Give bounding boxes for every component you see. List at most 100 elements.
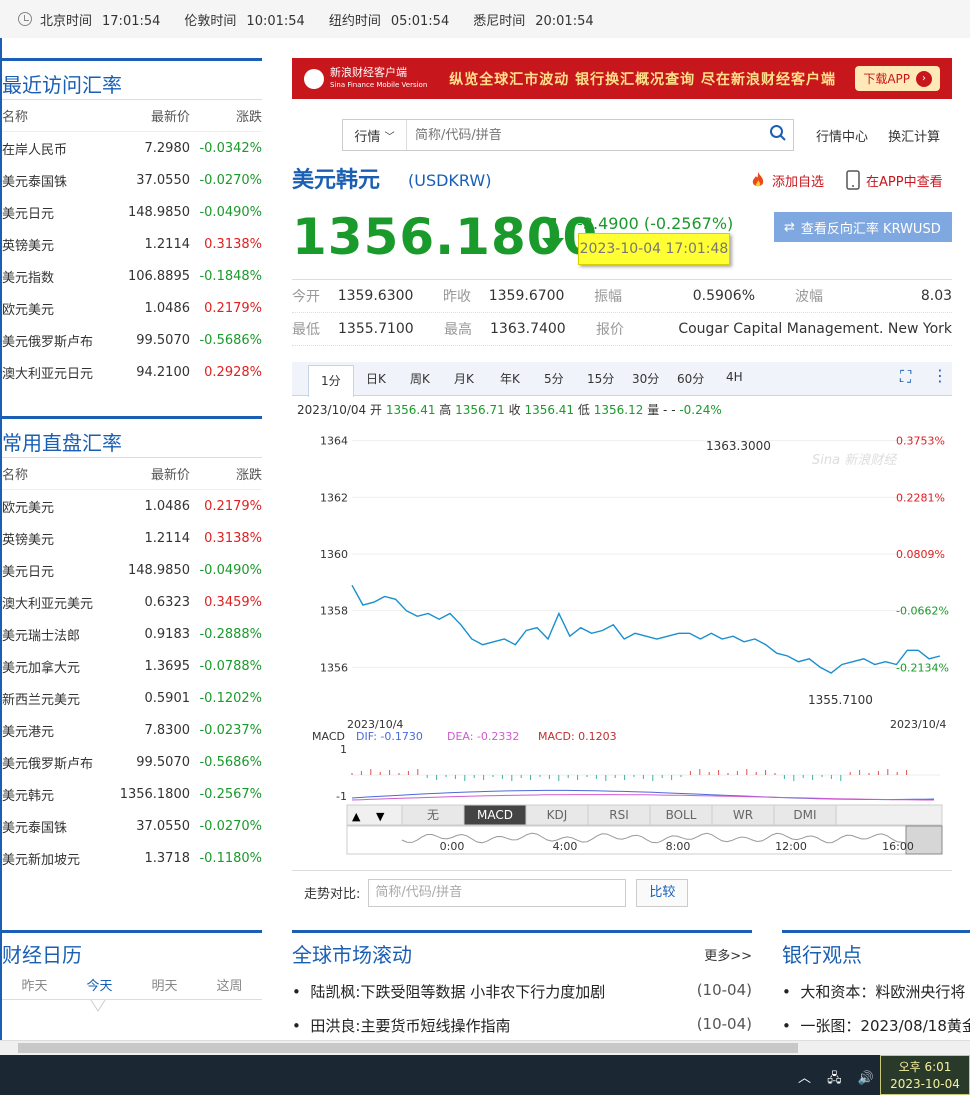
bank-item[interactable]: • 大和资本：料欧洲央行将 bbox=[782, 981, 970, 1002]
rate-change: 0.2179% bbox=[204, 498, 262, 514]
rate-name: 美元加拿大元 bbox=[2, 660, 81, 676]
pair-code: (USDKRW) bbox=[408, 171, 492, 190]
x-end-label: 2023/10/4 bbox=[890, 718, 946, 731]
indicator-tab[interactable]: 无 bbox=[427, 808, 439, 822]
tab-day[interactable]: 日K bbox=[366, 370, 386, 387]
tab-30min[interactable]: 30分 bbox=[632, 370, 659, 387]
rate-row[interactable]: 澳大利亚元美元 0.6323 0.3459% bbox=[2, 586, 262, 618]
tab-week[interactable]: 周K bbox=[410, 370, 430, 387]
rate-row[interactable]: 美元泰国铢 37.0550 -0.0270% bbox=[2, 810, 262, 842]
rate-row[interactable]: 欧元美元 1.0486 0.2179% bbox=[2, 292, 262, 324]
rate-row[interactable]: 美元港元 7.8300 -0.0237% bbox=[2, 714, 262, 746]
more-vertical-icon[interactable]: ⋮ bbox=[932, 366, 948, 385]
search-input[interactable] bbox=[407, 127, 763, 143]
rate-row[interactable]: 美元瑞士法郎 0.9183 -0.2888% bbox=[2, 618, 262, 650]
pct-tick-label: 0.3753% bbox=[896, 435, 945, 448]
rate-row[interactable]: 美元俄罗斯卢布 99.5070 -0.5686% bbox=[2, 746, 262, 778]
bank-title: 银行观点 bbox=[782, 930, 970, 972]
rate-row[interactable]: 美元日元 148.9850 -0.0490% bbox=[2, 196, 262, 228]
indicator-tab[interactable]: RSI bbox=[609, 808, 629, 822]
indicator-tab[interactable]: KDJ bbox=[547, 808, 568, 822]
time-tick-label: 0:00 bbox=[440, 840, 465, 853]
tab-60min[interactable]: 60分 bbox=[677, 370, 704, 387]
tab-today[interactable]: 今天 bbox=[67, 975, 132, 994]
bullet-icon: • bbox=[292, 1017, 301, 1035]
tz-newyork: 纽约时间 05:01:54 bbox=[328, 13, 450, 29]
indicator-tab[interactable]: MACD bbox=[477, 808, 513, 822]
download-app-button[interactable]: 下载APP › bbox=[855, 66, 940, 91]
compare-bar: 走势对比: 简称/代码/拼音 比较 bbox=[292, 870, 952, 914]
y-tick-label: 1358 bbox=[320, 605, 348, 618]
scrollbar-thumb[interactable] bbox=[18, 1043, 798, 1053]
bank-item[interactable]: • 一张图：2023/08/18黄金 bbox=[782, 1015, 970, 1036]
tab-1min[interactable]: 1分 bbox=[308, 365, 354, 397]
recent-rates-title: 最近访问汇率 bbox=[2, 58, 262, 100]
tab-4h[interactable]: 4H bbox=[726, 370, 743, 384]
add-favorite-button[interactable]: 添加自选 bbox=[748, 170, 824, 190]
price-chart[interactable]: 1364 0.3753% 1362 0.2281% 1360 0.0809% 1358 -0.… bbox=[292, 420, 952, 860]
taskbar: ︿ 🖧 🔊 ⊗ 오후 6:01 2023-10-04 bbox=[0, 1055, 970, 1095]
rate-row[interactable]: 新西兰元美元 0.5901 -0.1202% bbox=[2, 682, 262, 714]
indicator-tab[interactable]: BOLL bbox=[666, 808, 697, 822]
rate-row[interactable]: 美元俄罗斯卢布 99.5070 -0.5686% bbox=[2, 324, 262, 356]
period-tabs: 1分 日K 周K 月K 年K 5分 15分 30分 60分 4H ⛶ ⋮ bbox=[292, 362, 952, 397]
timezone-bar: 北京时间 17:01:54 伦敦时间 10:01:54 纽约时间 05:01:54 悉… bbox=[0, 0, 970, 38]
tab-yesterday[interactable]: 昨天 bbox=[2, 975, 67, 994]
indicator-tab[interactable]: WR bbox=[733, 808, 753, 822]
horizontal-scrollbar[interactable] bbox=[0, 1040, 970, 1055]
search-bar: 行情 ﹀ bbox=[342, 119, 794, 151]
rate-row[interactable]: 美元新加坡元 1.3718 -0.1180% bbox=[2, 842, 262, 874]
rate-row[interactable]: 美元泰国铢 37.0550 -0.0270% bbox=[2, 164, 262, 196]
compare-input[interactable]: 简称/代码/拼音 bbox=[368, 878, 627, 907]
rate-name: 美元俄罗斯卢布 bbox=[2, 334, 94, 350]
dea-line bbox=[351, 794, 934, 801]
rate-price: 0.9183 bbox=[144, 626, 191, 642]
tab-15min[interactable]: 15分 bbox=[587, 370, 614, 387]
rate-row[interactable]: 英镑美元 1.2114 0.3138% bbox=[2, 522, 262, 554]
arrow-up-icon[interactable]: ▲ bbox=[352, 810, 361, 823]
rate-name: 欧元美元 bbox=[2, 302, 55, 318]
rate-row[interactable]: 在岸人民币 7.2980 -0.0342% bbox=[2, 132, 262, 164]
quote-timestamp: 2023-10-04 17:01:48 bbox=[578, 233, 730, 265]
common-rates-panel: 常用直盘汇率 名称 最新价 涨跌 欧元美元 1.0486 0.2179% 英镑美元 1.… bbox=[2, 416, 262, 874]
compare-button[interactable]: 比较 bbox=[636, 878, 689, 907]
tab-year[interactable]: 年K bbox=[500, 370, 520, 387]
rate-row[interactable]: 欧元美元 1.0486 0.2179% bbox=[2, 490, 262, 522]
news-item[interactable]: • 田洪良:主要货币短线操作指南 (10-04) bbox=[292, 1015, 752, 1036]
reverse-rate-button[interactable]: ⇄ 查看反向汇率 KRWUSD bbox=[774, 212, 952, 242]
market-select[interactable]: 行情 ﹀ bbox=[343, 120, 407, 150]
rate-row[interactable]: 美元指数 106.8895 -0.1848% bbox=[2, 260, 262, 292]
caret-icon bbox=[90, 999, 106, 1012]
arrow-down-icon[interactable]: ▼ bbox=[376, 810, 385, 823]
app-banner[interactable]: 新浪财经客户端 Sina Finance Mobile Version 纵览全球汇… bbox=[292, 58, 952, 99]
volume-icon[interactable]: 🔊 bbox=[858, 1071, 874, 1086]
more-link[interactable]: 更多>> bbox=[704, 945, 752, 964]
chevron-up-icon[interactable]: ︿ bbox=[798, 1071, 811, 1086]
rate-row[interactable]: 澳大利亚元日元 94.2100 0.2928% bbox=[2, 356, 262, 388]
search-icon[interactable] bbox=[763, 124, 793, 146]
taskbar-clock[interactable]: 오후 6:01 2023-10-04 bbox=[880, 1055, 970, 1095]
rate-change: -0.5686% bbox=[199, 754, 262, 770]
rate-name: 英镑美元 bbox=[2, 532, 55, 548]
rate-row[interactable]: 美元韩元 1356.1800 -0.2567% bbox=[2, 778, 262, 810]
rate-price: 7.8300 bbox=[144, 722, 191, 738]
view-in-app-button[interactable]: 在APP中查看 bbox=[846, 170, 943, 190]
tab-month[interactable]: 月K bbox=[454, 370, 474, 387]
rate-change: 0.2928% bbox=[204, 364, 262, 380]
fullscreen-icon[interactable]: ⛶ bbox=[900, 367, 911, 387]
time-tick-label: 8:00 bbox=[666, 840, 691, 853]
indicator-tab[interactable]: DMI bbox=[793, 808, 816, 822]
tab-5min[interactable]: 5分 bbox=[544, 370, 564, 387]
network-icon[interactable]: 🖧 bbox=[827, 1071, 842, 1086]
bullet-icon: • bbox=[292, 983, 301, 1001]
market-center-link[interactable]: 行情中心 bbox=[816, 130, 868, 145]
banner-slogan: 纵览全球汇市波动 银行换汇概况查询 尽在新浪财经客户端 bbox=[449, 71, 837, 88]
tab-this-week[interactable]: 这周 bbox=[197, 975, 262, 994]
exchange-calc-link[interactable]: 换汇计算 bbox=[888, 130, 940, 145]
news-item[interactable]: • 陆凯枫:下跌受阻等数据 小非农下行力度加剧 (10-04) bbox=[292, 981, 752, 1002]
rate-row[interactable]: 美元日元 148.9850 -0.0490% bbox=[2, 554, 262, 586]
tab-tomorrow[interactable]: 明天 bbox=[132, 975, 197, 994]
rate-row[interactable]: 英镑美元 1.2114 0.3138% bbox=[2, 228, 262, 260]
rate-row[interactable]: 美元加拿大元 1.3695 -0.0788% bbox=[2, 650, 262, 682]
ohlc-line: 2023/10/04 开 1356.41 高 1356.71 收 1356.41… bbox=[297, 403, 722, 417]
